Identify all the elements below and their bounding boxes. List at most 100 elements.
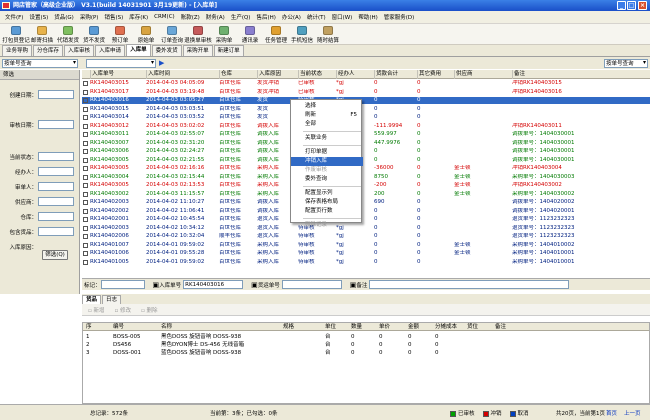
menu-item-0[interactable]: 文件(F) [2, 13, 26, 21]
context-item-0[interactable]: 选择 [291, 102, 363, 111]
toolbar-button-1[interactable]: 邮寄扫描 [29, 24, 55, 45]
table-row[interactable]: RK1404020022014-04-02 11:06:41百世仓库调拨入库待审… [82, 208, 650, 215]
detail-column-header[interactable]: 数量 [351, 323, 362, 331]
table-row[interactable]: RK1404020032014-04-02 11:10:27百世仓库调拨入库待审… [82, 199, 650, 206]
menu-item-6[interactable]: CRM(C) [151, 14, 178, 20]
search-go-icon[interactable]: ▶ [159, 59, 164, 67]
toolbar-button-2[interactable]: 代销发货 [55, 24, 81, 45]
toolbar-button-8[interactable]: 采购单 [211, 24, 237, 45]
filter-button[interactable]: 筛选(Q) [42, 250, 68, 260]
context-item-7[interactable]: 冲销入库 [291, 157, 363, 166]
column-header[interactable]: 经办人 [336, 70, 373, 79]
tab-0[interactable]: 业务导购 [2, 45, 33, 56]
detail-column-header[interactable]: 规格 [283, 323, 294, 331]
menu-item-9[interactable]: 生产(Q) [228, 13, 254, 21]
column-header[interactable]: 货款合计 [374, 70, 416, 79]
menu-item-2[interactable]: 货品(G) [51, 13, 77, 21]
tab-1[interactable]: 分仓库存 [33, 45, 64, 56]
column-header[interactable]: 供应商 [454, 70, 511, 79]
first-page-link[interactable]: 首页 [606, 409, 617, 417]
detail-tab-0[interactable]: 货品 [82, 295, 102, 304]
filter-input[interactable] [38, 90, 74, 99]
toolbar-button-5[interactable]: 原始单 [133, 24, 159, 45]
table-row[interactable]: RK140401005 2014-04-01 09:59:02 百世仓库 采购入库 待审… [82, 259, 650, 266]
table-row[interactable]: RK1404030052014-04-03 02:16:16百世仓库采购入库已审… [82, 165, 650, 172]
stock-in-no-field[interactable]: RK140403016 [183, 280, 244, 289]
table-row[interactable]: RK1404030042014-04-03 02:15:44百世仓库采购入库已审… [82, 174, 650, 181]
waybill-field[interactable] [281, 280, 342, 289]
detail-tool-1[interactable]: ▫ 修改 [115, 306, 132, 314]
maximize-button[interactable]: □ [627, 1, 636, 10]
filter-input[interactable] [38, 182, 74, 191]
context-item-11[interactable]: 配置显示列 [291, 189, 363, 198]
menu-item-4[interactable]: 销售(S) [101, 13, 126, 21]
mark-dropdown[interactable] [100, 280, 145, 289]
toolbar-button-11[interactable]: 手机短信 [289, 24, 315, 45]
table-row[interactable]: RK140401007 2014-04-01 09:59:02 百世仓库 采购入库 待审… [82, 242, 650, 249]
menu-item-1[interactable]: 设置(S) [26, 13, 51, 21]
detail-tool-0[interactable]: ▫ 新增 [88, 306, 105, 314]
table-row[interactable]: RK1404030022014-04-03 11:15:57百世仓库采购入库已审… [82, 191, 650, 198]
table-row[interactable]: RK1404030052014-04-03 02:21:55百世仓库调拨入库已审… [82, 157, 650, 164]
toolbar-button-12[interactable]: 随时结算 [315, 24, 341, 45]
toolbar-button-3[interactable]: 货不发货 [81, 24, 107, 45]
tab-4[interactable]: 入库单 [126, 44, 151, 56]
detail-column-header[interactable]: 备注 [495, 323, 506, 331]
tab-3[interactable]: 入库申请 [95, 45, 126, 56]
table-row[interactable]: RK1404030072014-04-03 02:31:20百世仓库调拨入库已审… [82, 140, 650, 147]
table-row[interactable]: RK140402003 2014-04-02 10:34:12 百世仓库 退货入库 待审… [82, 225, 650, 232]
table-row[interactable]: RK1404030152014-04-03 03:03:51百世仓库发货待审核*… [82, 106, 650, 113]
context-item-8[interactable]: 作废审核 [291, 166, 363, 175]
detail-row[interactable]: 2 DS456 黑色DYON博士 DS-456 无线音箱 台 0 0 0 0 [83, 341, 649, 349]
toolbar-button-10[interactable]: 任务管理 [263, 24, 289, 45]
table-row[interactable]: RK140402006 2014-04-02 10:32:04 顺丰仓库 退货入库 待审… [82, 233, 650, 240]
search-input[interactable] [86, 58, 156, 68]
menu-item-3[interactable]: 采购(P) [77, 13, 102, 21]
detail-row[interactable]: 3 DOSS-001 蓝色DOSS 旋钮音响 DOSS-938 台 0 0 0 0 [83, 349, 649, 357]
column-header[interactable]: 入库单号 [90, 70, 145, 79]
row-checkbox[interactable] [83, 259, 88, 268]
search-type-dropdown[interactable]: 按单号查询 [2, 58, 78, 68]
tab-5[interactable]: 委外发货 [151, 45, 182, 56]
menu-item-12[interactable]: 统计(T) [304, 13, 329, 21]
table-row[interactable]: RK140403017 2014-04-03 03:19:48 百世仓库 发货冲销 已审… [82, 89, 650, 96]
filter-input[interactable] [38, 227, 74, 236]
prev-page-link[interactable]: 上一页 [624, 409, 641, 417]
context-item-4[interactable]: 关联业务 [291, 134, 363, 143]
column-header[interactable]: 入库原因 [257, 70, 297, 79]
menu-item-13[interactable]: 窗口(W) [329, 13, 356, 21]
detail-column-header[interactable]: 序 [86, 323, 92, 331]
detail-column-header[interactable]: 金额 [408, 323, 419, 331]
context-item-15[interactable]: 删除记录 [291, 221, 363, 230]
filter-input[interactable] [38, 197, 74, 206]
detail-column-header[interactable]: 名称 [161, 323, 172, 331]
context-item-13[interactable]: 配置页行数 [291, 207, 363, 216]
menu-item-5[interactable]: 库存(K) [126, 13, 151, 21]
tab-2[interactable]: 入库审核 [64, 45, 95, 56]
detail-column-header[interactable]: 编号 [113, 323, 124, 331]
menu-item-7[interactable]: 账款(Z) [178, 13, 203, 21]
detail-column-header[interactable]: 单位 [325, 323, 336, 331]
filter-input[interactable] [38, 167, 74, 176]
table-row[interactable]: RK1404030052014-04-03 02:13:53百世仓库采购入库已审… [82, 182, 650, 189]
toolbar-button-4[interactable]: 预订单 [107, 24, 133, 45]
context-item-2[interactable]: 全部 [291, 120, 363, 129]
detail-row[interactable]: 1 BOSS-005 黑色DOSS 旋钮音响 DOSS-938 台 0 0 0 0 [83, 333, 649, 341]
tab-6[interactable]: 采购开单 [182, 45, 213, 56]
table-row[interactable]: RK1404030162014-04-03 03:05:27百世仓库发货待审核*… [82, 97, 650, 104]
context-item-6[interactable]: 打印单据 [291, 148, 363, 157]
column-header[interactable]: 入库时间 [146, 70, 218, 79]
right-search-dropdown[interactable]: 按单号查询 [604, 58, 648, 68]
filter-input[interactable] [38, 152, 74, 161]
minimize-button[interactable]: _ [617, 1, 626, 10]
column-header[interactable]: 仓库 [219, 70, 256, 79]
menu-item-15[interactable]: 管家服务(D) [381, 13, 418, 21]
menu-item-10[interactable]: 售后(H) [253, 13, 278, 21]
filter-input[interactable] [38, 212, 74, 221]
table-row[interactable]: RK140403015 2014-04-03 04:05:09 百世仓库 发货冲销 已审… [82, 80, 650, 87]
close-button[interactable]: × [638, 1, 647, 10]
column-header[interactable]: 备注 [512, 70, 650, 79]
menu-item-8[interactable]: 财务(A) [203, 13, 228, 21]
column-header[interactable]: 当前状态 [298, 70, 335, 79]
table-row[interactable]: RK1404030142014-04-03 03:03:52百世仓库发货待审核*… [82, 114, 650, 121]
